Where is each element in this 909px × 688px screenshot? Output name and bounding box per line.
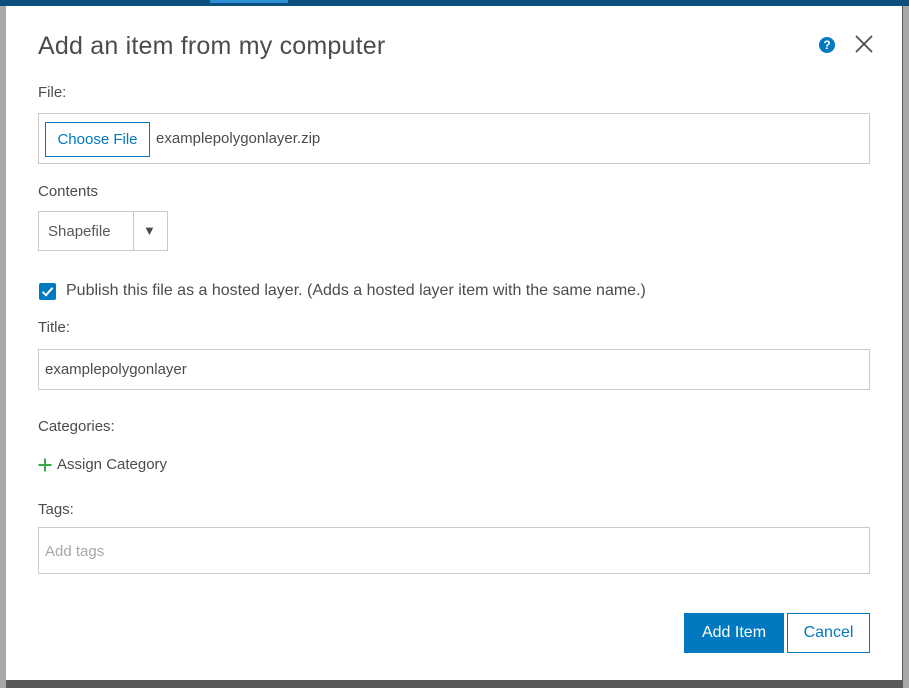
contents-label: Contents [38,183,99,200]
plus-icon [38,458,52,472]
categories-label: Categories: [38,418,115,435]
publish-checkbox-label[interactable]: Publish this file as a hosted layer. (Ad… [66,282,646,300]
dialog-title: Add an item from my computer [38,32,386,60]
title-label: Title: [38,319,70,336]
contents-select-value: Shapefile [48,223,111,240]
assign-category-label: Assign Category [57,456,168,473]
tags-label: Tags: [38,501,74,518]
cancel-button[interactable]: Cancel [787,613,870,653]
background-header-accent [210,0,288,3]
publish-checkbox[interactable] [39,283,56,300]
selected-file-name: examplepolygonlayer.zip [156,130,321,147]
close-x-icon[interactable] [854,34,874,54]
choose-file-button[interactable]: Choose File [45,122,150,157]
file-label: File: [38,84,67,101]
add-item-dialog: Add an item from my computer ? File: Cho… [6,6,902,680]
checkmark-icon [41,287,54,297]
background-page-right [903,6,909,688]
add-item-button[interactable]: Add Item [684,613,784,653]
tags-placeholder: Add tags [45,543,105,560]
select-divider [133,212,134,250]
tags-input[interactable]: Add tags [38,527,870,574]
title-input[interactable] [38,349,870,390]
question-circle-icon[interactable]: ? [819,37,835,53]
file-picker: Choose File examplepolygonlayer.zip [38,113,870,164]
chevron-down-icon[interactable]: ▼ [143,223,156,238]
contents-select[interactable]: Shapefile ▼ [38,211,168,251]
